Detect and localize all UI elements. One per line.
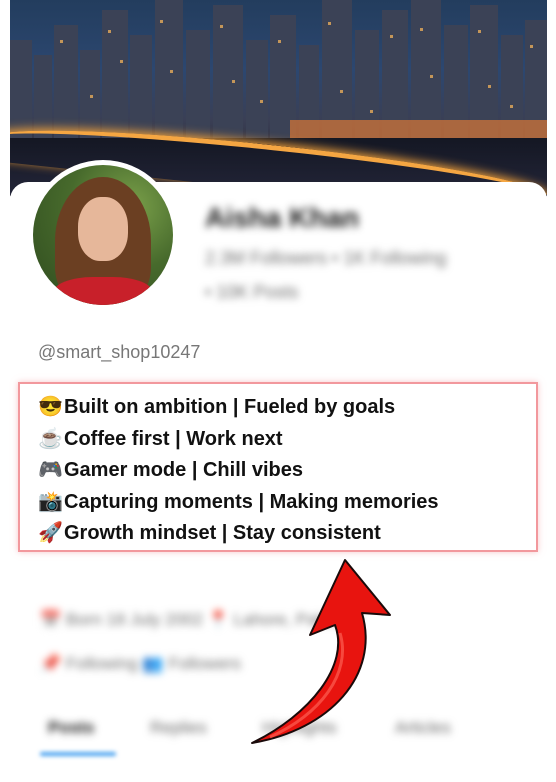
avatar[interactable] [28, 160, 178, 310]
rocket-emoji-icon: 🚀 [38, 522, 63, 544]
bio-line-text: Gamer mode | Chill vibes [64, 459, 304, 481]
profile-posts-count[interactable]: • 10K Posts [205, 282, 298, 303]
tab-articles[interactable]: Articles [395, 718, 451, 738]
bio-line: 🚀Growth mindset | Stay consistent [38, 518, 536, 550]
profile-meta-follow[interactable]: 📌 Following 👥 Followers [40, 654, 241, 674]
bio-line: ☕Coffee first | Work next [38, 424, 536, 456]
bio-line-text: Coffee first | Work next [64, 427, 283, 450]
tab-replies[interactable]: Replies [150, 718, 207, 738]
bio-line-text: Growth mindset | Stay consistent [64, 522, 381, 544]
bio-line-text: Capturing moments | Making memories [64, 490, 439, 513]
avatar-photo [33, 165, 173, 305]
avatar-face-shape [78, 197, 128, 261]
sunglasses-emoji-icon: 😎 [38, 396, 63, 418]
avatar-shirt-shape [53, 277, 153, 305]
red-arrow-icon [251, 559, 391, 744]
bio-line: 🎮Gamer mode | Chill vibes [38, 455, 536, 487]
bio-line: 😎Built on ambition | Fueled by goals [38, 392, 536, 424]
bio-highlight-box: 😎Built on ambition | Fueled by goals ☕Co… [18, 382, 538, 552]
profile-stats[interactable]: 2.3M Followers • 1K Following [205, 248, 446, 269]
tab-posts[interactable]: Posts [48, 718, 94, 738]
camera-flash-emoji-icon: 📸 [38, 490, 63, 513]
coffee-emoji-icon: ☕ [38, 427, 63, 450]
profile-name: Aisha Khan [205, 202, 360, 233]
bio-line: 📸Capturing moments | Making memories [38, 487, 536, 519]
gamepad-emoji-icon: 🎮 [38, 459, 63, 481]
active-tab-indicator [40, 752, 116, 756]
profile-username: @smart_shop10247 [38, 342, 201, 362]
bio-line-text: Built on ambition | Fueled by goals [64, 396, 396, 418]
